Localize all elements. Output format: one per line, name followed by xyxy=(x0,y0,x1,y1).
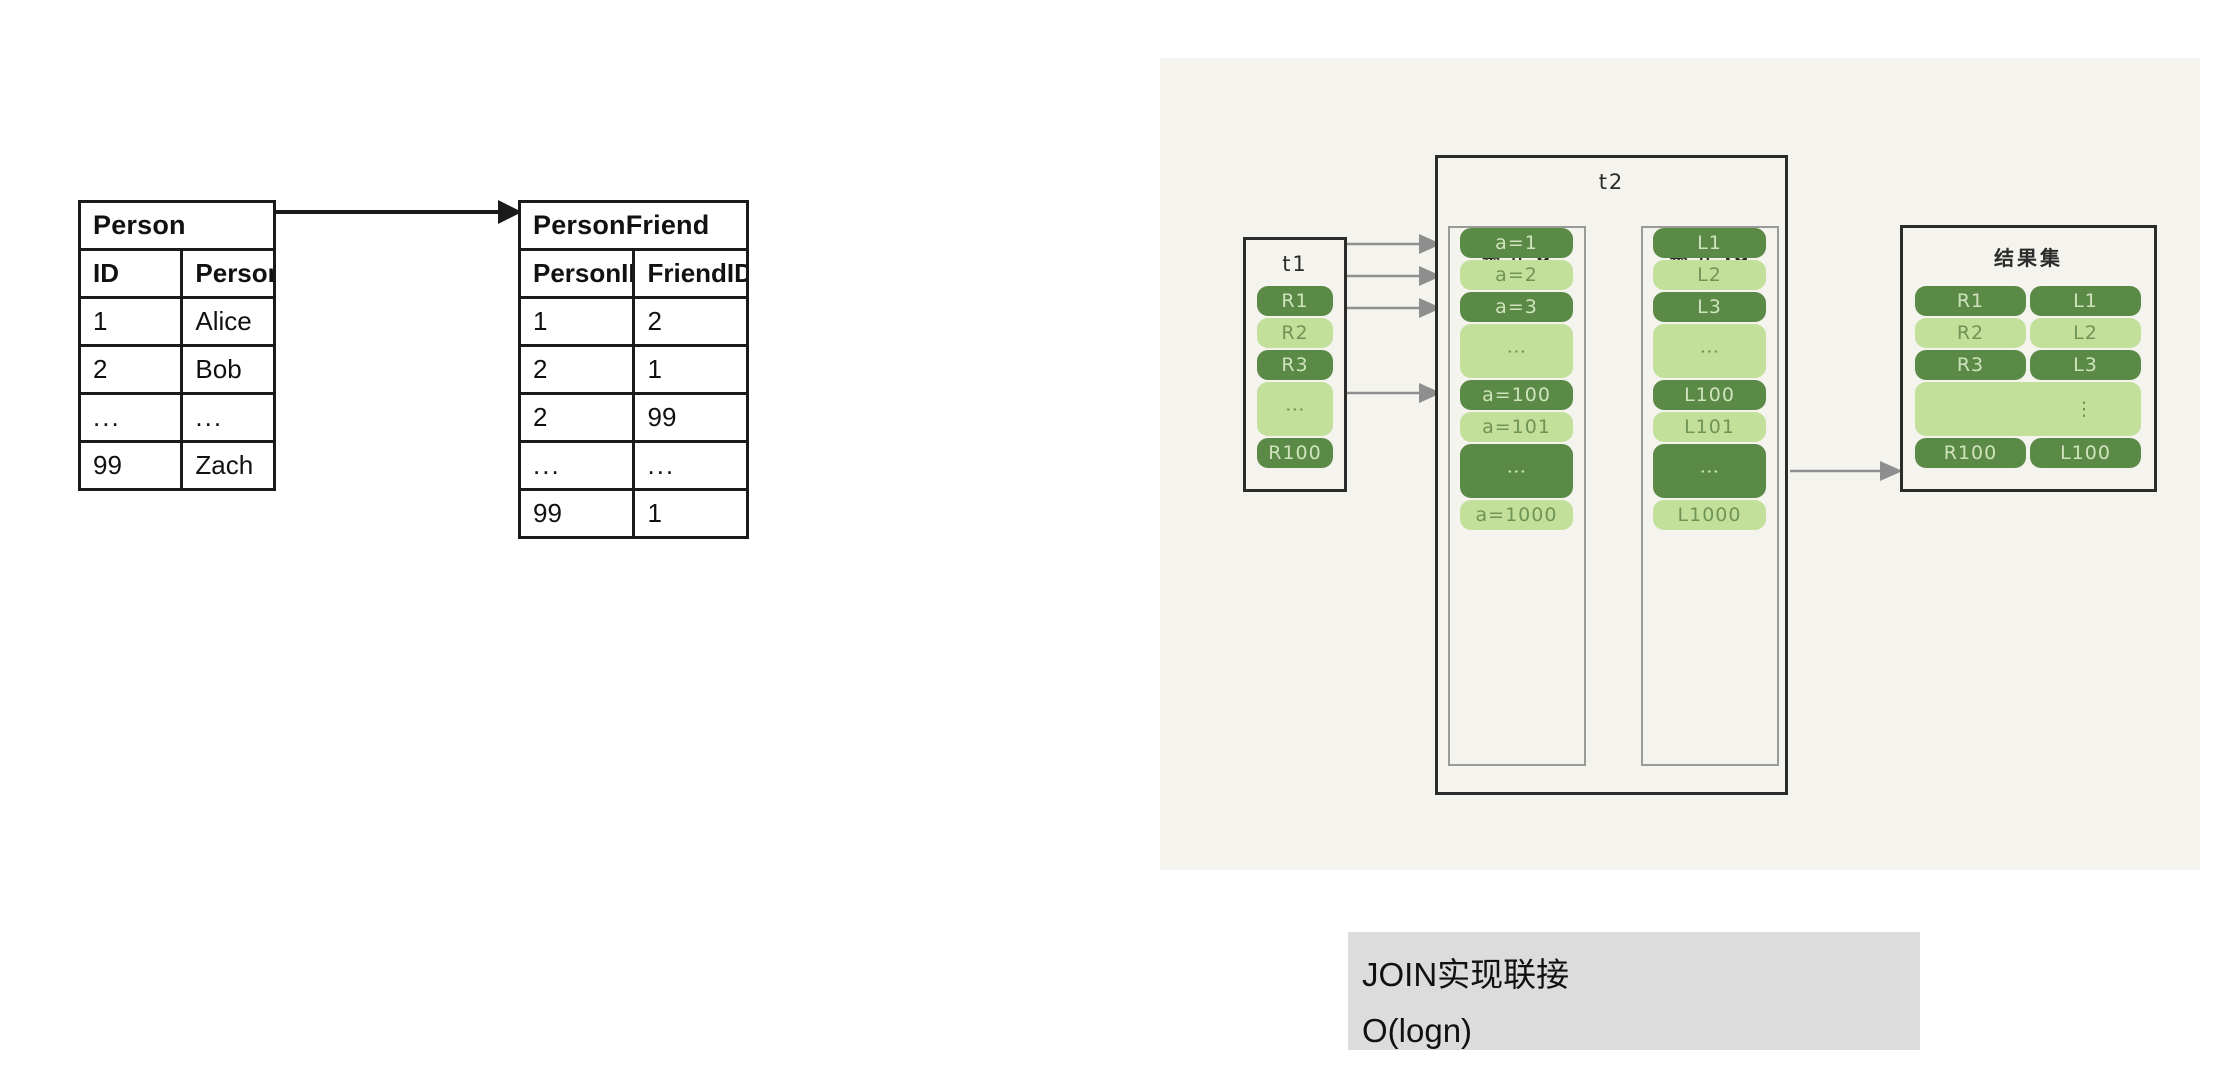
personfriend-cell-friendid: 2 xyxy=(647,306,662,336)
t1-cell-r1: R1 xyxy=(1257,286,1333,316)
personfriend-cell-personid: 1 xyxy=(521,299,636,344)
person-table-title: Person xyxy=(81,203,273,251)
result-cell-left xyxy=(1915,382,2028,436)
person-cell-name: Zach xyxy=(195,450,254,480)
caption-box: JOIN实现联接 O(logn) xyxy=(1348,932,1920,1050)
index-a-cell-a1000: a=1000 xyxy=(1460,500,1573,530)
table-row: 1 2 xyxy=(521,299,746,347)
table-row: 99 1 xyxy=(521,491,746,536)
personfriend-cell-friendid: 1 xyxy=(647,354,662,384)
table-row: 2 99 xyxy=(521,395,746,443)
t2-label: t2 xyxy=(1598,170,1625,194)
personfriend-cell-personid: 2 xyxy=(521,395,636,440)
index-a-cell-ellipsis-2: ⋮ xyxy=(1460,444,1573,498)
table-row: ... ... xyxy=(81,395,273,443)
result-row: R1 L1 xyxy=(1915,286,2141,316)
result-cell-left: R3 xyxy=(1915,350,2026,380)
table-row: 2 Bob xyxy=(81,347,273,395)
result-cell-right: L2 xyxy=(2030,318,2141,348)
index-a-cell-a3: a=3 xyxy=(1460,292,1573,322)
result-cell-left: R2 xyxy=(1915,318,2026,348)
index-a-cell-a2: a=2 xyxy=(1460,260,1573,290)
index-id-cell-ellipsis-1: ⋮ xyxy=(1653,324,1766,378)
result-cell-right: L3 xyxy=(2030,350,2141,380)
result-row: R3 L3 xyxy=(1915,350,2141,380)
person-header-id: ID xyxy=(81,251,184,296)
t1-label: t1 xyxy=(1282,252,1308,276)
relation-arrow-icon xyxy=(276,200,522,224)
index-id-cell-l100: L100 xyxy=(1653,380,1766,410)
table-row: ... ... xyxy=(521,443,746,491)
index-a-cell-ellipsis-1: ⋮ xyxy=(1460,324,1573,378)
t1-cell-ellipsis: ⋮ xyxy=(1257,382,1333,436)
result-set-label: 结果集 xyxy=(1994,246,2063,270)
index-id-cell-ellipsis-2: ⋮ xyxy=(1653,444,1766,498)
t1-cell-r100: R100 xyxy=(1257,438,1333,468)
person-cell-name: Alice xyxy=(195,306,252,336)
person-cell-id: ... xyxy=(81,395,184,440)
result-row-ellipsis: ⋮ xyxy=(1915,382,2141,436)
person-cell-name: Bob xyxy=(195,354,242,384)
personfriend-cell-friendid: 1 xyxy=(647,498,662,528)
person-cell-id: 99 xyxy=(81,443,184,488)
personfriend-table-header-row: PersonID FriendID xyxy=(521,251,746,299)
result-row: R2 L2 xyxy=(1915,318,2141,348)
index-a-cell-a1: a=1 xyxy=(1460,228,1573,258)
index-id-cell-l2: L2 xyxy=(1653,260,1766,290)
person-table-header-row: ID Person xyxy=(81,251,273,299)
table-row: 99 Zach xyxy=(81,443,273,488)
table-row: 1 Alice xyxy=(81,299,273,347)
index-a-cell-a101: a=101 xyxy=(1460,412,1573,442)
person-cell-name: ... xyxy=(195,402,224,432)
table-row: 2 1 xyxy=(521,347,746,395)
index-id-cell-l1000: L1000 xyxy=(1653,500,1766,530)
personfriend-cell-personid: ... xyxy=(521,443,636,488)
personfriend-header-personid: PersonID xyxy=(521,251,636,296)
index-id-cell-l1: L1 xyxy=(1653,228,1766,258)
index-id-cell-l3: L3 xyxy=(1653,292,1766,322)
personfriend-table-title: PersonFriend xyxy=(521,203,746,251)
result-row: R100 L100 xyxy=(1915,438,2141,468)
result-cell-left: R1 xyxy=(1915,286,2026,316)
person-cell-id: 2 xyxy=(81,347,184,392)
personfriend-cell-personid: 2 xyxy=(521,347,636,392)
index-id-cell-l101: L101 xyxy=(1653,412,1766,442)
caption-line-join: JOIN实现联接 xyxy=(1362,956,1570,993)
personfriend-cell-friendid: ... xyxy=(647,450,676,480)
person-header-person: Person xyxy=(195,258,273,288)
index-a-cell-a100: a=100 xyxy=(1460,380,1573,410)
result-cell-left: R100 xyxy=(1915,438,2026,468)
personfriend-header-friendid: FriendID xyxy=(647,258,746,288)
personfriend-cell-personid: 99 xyxy=(521,491,636,536)
personfriend-table: PersonFriend PersonID FriendID 1 2 2 1 2… xyxy=(518,200,749,539)
person-table: Person ID Person 1 Alice 2 Bob ... ... 9… xyxy=(78,200,276,491)
personfriend-cell-friendid: 99 xyxy=(647,402,677,432)
join-diagram-panel: t1 R1 R2 R3 ⋮ R100 t2 索引 a a=1 a=2 a=3 ⋮… xyxy=(1160,58,2200,870)
caption-line-complexity: O(logn) xyxy=(1362,1012,1473,1049)
result-cell-right: L1 xyxy=(2030,286,2141,316)
result-cell-ellipsis: ⋮ xyxy=(2028,382,2141,436)
result-cell-right: L100 xyxy=(2030,438,2141,468)
t1-cell-r3: R3 xyxy=(1257,350,1333,380)
t1-cell-r2: R2 xyxy=(1257,318,1333,348)
person-cell-id: 1 xyxy=(81,299,184,344)
